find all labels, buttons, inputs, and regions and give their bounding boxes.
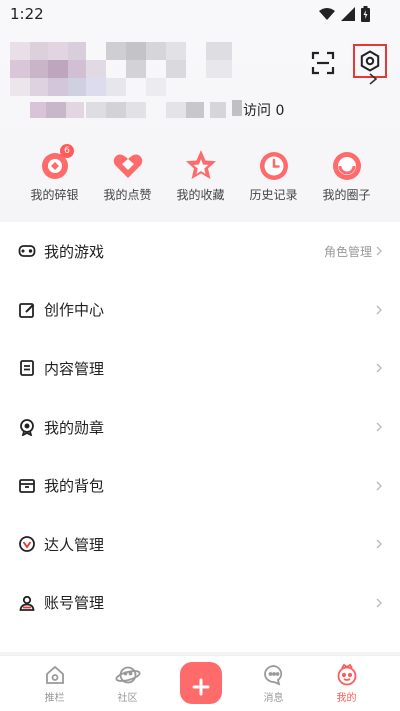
- tab-messages[interactable]: 消息: [237, 656, 310, 711]
- tab-label: 推栏: [44, 693, 65, 704]
- menu-item-content-management[interactable]: 内容管理: [0, 339, 400, 398]
- menu-item-label: 账号管理: [44, 594, 105, 613]
- menu-item-label: 内容管理: [44, 359, 105, 378]
- quick-action-silver[interactable]: 6 我的碎银: [18, 144, 91, 208]
- chevron-right-icon: [376, 422, 382, 432]
- expert-icon: [19, 536, 35, 553]
- scan-icon: [311, 51, 335, 75]
- edit-icon: [19, 302, 35, 318]
- profile-icon: [337, 663, 356, 686]
- quick-action-likes[interactable]: 我的点赞: [91, 148, 164, 208]
- gamepad-icon: [18, 245, 36, 258]
- quick-action-circles[interactable]: 我的圈子: [310, 148, 383, 208]
- planet-icon: [114, 666, 141, 684]
- quick-action-label: 我的圈子: [322, 188, 371, 202]
- quick-action-history[interactable]: 历史记录: [237, 148, 310, 208]
- heart-icon: [113, 154, 142, 178]
- chevron-right-icon: [376, 481, 382, 491]
- star-icon: [185, 150, 216, 179]
- tab-create[interactable]: [164, 656, 237, 711]
- menu-item-expert-management[interactable]: 达人管理: [0, 515, 400, 574]
- signal-icon: [341, 7, 355, 21]
- tab-profile[interactable]: 我的: [310, 656, 383, 711]
- menu-item-label: 我的背包: [44, 477, 105, 496]
- quick-action-label: 历史记录: [249, 188, 298, 202]
- chevron-right-icon: [376, 246, 382, 256]
- message-icon: [263, 665, 282, 686]
- menu-item-my-games[interactable]: 我的游戏 角色管理: [0, 222, 400, 281]
- menu-item-label: 达人管理: [44, 535, 105, 554]
- menu-item-label: 我的游戏: [44, 242, 105, 261]
- status-icons: [319, 6, 370, 22]
- wifi-icon: [319, 7, 335, 20]
- quick-actions: 6 我的碎银 我的点赞 我的收藏 历史记录 我的圈子: [0, 144, 400, 208]
- status-time: 1:22: [10, 5, 44, 23]
- menu-item-account-management[interactable]: 账号管理: [0, 574, 400, 633]
- quick-action-favorites[interactable]: 我的收藏: [164, 148, 237, 208]
- menu-list: 我的游戏 角色管理 创作中心 内容管理 我的勋章 我的背包 达人管理 账号管理: [0, 222, 400, 652]
- battery-icon: [361, 6, 370, 22]
- quick-action-label: 我的收藏: [176, 188, 225, 202]
- menu-item-label: 我的勋章: [44, 418, 105, 437]
- account-icon: [19, 595, 35, 611]
- tab-home[interactable]: 推栏: [18, 656, 91, 711]
- quick-action-label: 我的点赞: [103, 188, 152, 202]
- chevron-right-icon: [376, 363, 382, 373]
- chevron-right-icon: [376, 598, 382, 608]
- profile-chevron-icon[interactable]: [368, 72, 378, 86]
- circle-icon: [332, 152, 361, 180]
- medal-icon: [20, 419, 34, 437]
- visits-count: 访问 0: [243, 103, 285, 119]
- tab-label: 消息: [263, 693, 284, 704]
- blurred-profile-info[interactable]: [10, 42, 242, 132]
- profile-header: 访问 0 6 我的碎银 我的点赞 我的收藏 历史记录 我的圈子: [0, 28, 400, 222]
- tab-community[interactable]: 社区: [91, 656, 164, 711]
- menu-item-my-backpack[interactable]: 我的背包: [0, 456, 400, 515]
- status-bar: 1:22: [0, 0, 400, 28]
- silver-badge: 6: [60, 144, 74, 158]
- backpack-icon: [19, 478, 35, 493]
- scan-button[interactable]: [310, 50, 336, 76]
- document-icon: [20, 360, 34, 377]
- menu-item-creation-center[interactable]: 创作中心: [0, 281, 400, 340]
- menu-item-label: 创作中心: [44, 301, 105, 320]
- menu-item-value: 角色管理: [323, 244, 372, 259]
- tab-label: 我的: [336, 693, 357, 704]
- chevron-right-icon: [376, 539, 382, 549]
- home-icon: [45, 665, 64, 684]
- tab-label: 社区: [117, 693, 138, 704]
- settings-gear-icon: [360, 50, 380, 72]
- clock-icon: [259, 152, 288, 180]
- bottom-tab-bar: 推栏 社区 消息 我的: [0, 655, 400, 711]
- quick-action-label: 我的碎银: [30, 188, 79, 202]
- plus-icon: [192, 678, 209, 695]
- chevron-right-icon: [376, 305, 382, 315]
- menu-item-my-medals[interactable]: 我的勋章: [0, 398, 400, 457]
- create-post-button[interactable]: [179, 662, 222, 704]
